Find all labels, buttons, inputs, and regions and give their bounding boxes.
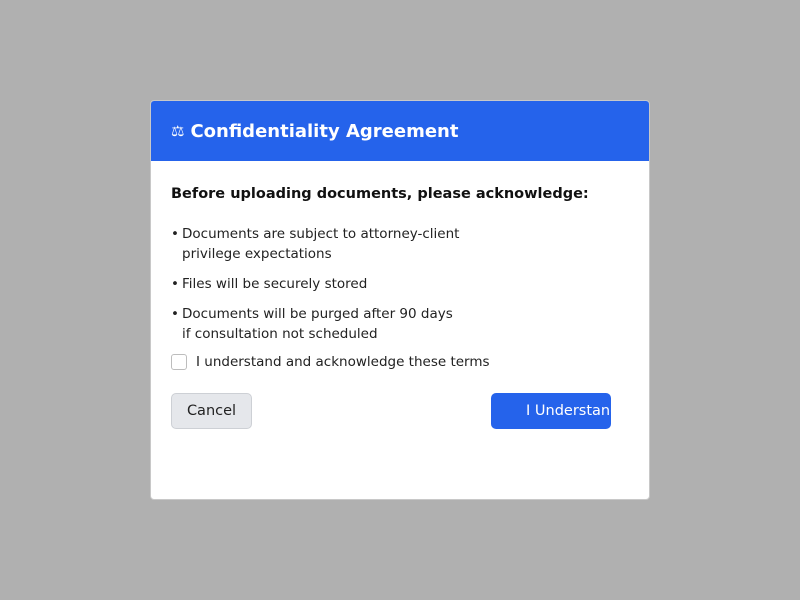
cancel-button[interactable]: Cancel xyxy=(171,393,252,429)
dialog-header: ⚖ Confidentiality Agreement xyxy=(151,101,649,161)
bullet: • xyxy=(171,276,179,292)
terms-list: • Documents are subject to attorney-clie… xyxy=(171,224,629,344)
term-item: • Documents are subject to attorney-clie… xyxy=(171,224,629,264)
term-item: • Documents will be purged after 90 days… xyxy=(171,304,629,344)
bullet: • xyxy=(171,306,179,322)
acknowledge-label[interactable]: I understand and acknowledge these terms xyxy=(196,354,490,370)
dialog-lead-text: Before uploading documents, please ackno… xyxy=(171,186,589,202)
i-understand-button[interactable]: I Understand xyxy=(491,393,611,429)
dialog-body: Before uploading documents, please ackno… xyxy=(151,161,649,429)
acknowledge-checkbox[interactable] xyxy=(171,354,187,370)
confidentiality-dialog: ⚖ Confidentiality Agreement Before uploa… xyxy=(150,100,650,500)
term-item: • Files will be securely stored xyxy=(171,274,629,294)
scales-icon: ⚖ xyxy=(171,122,185,140)
term-text: Documents will be purged after 90 days i… xyxy=(182,306,453,342)
term-text: Documents are subject to attorney-client… xyxy=(182,226,460,262)
dialog-title: Confidentiality Agreement xyxy=(190,120,459,142)
term-text: Files will be securely stored xyxy=(182,276,368,292)
acknowledge-row: I understand and acknowledge these terms xyxy=(171,354,629,370)
dialog-actions: Cancel I Understand xyxy=(171,393,629,429)
bullet: • xyxy=(171,226,179,242)
